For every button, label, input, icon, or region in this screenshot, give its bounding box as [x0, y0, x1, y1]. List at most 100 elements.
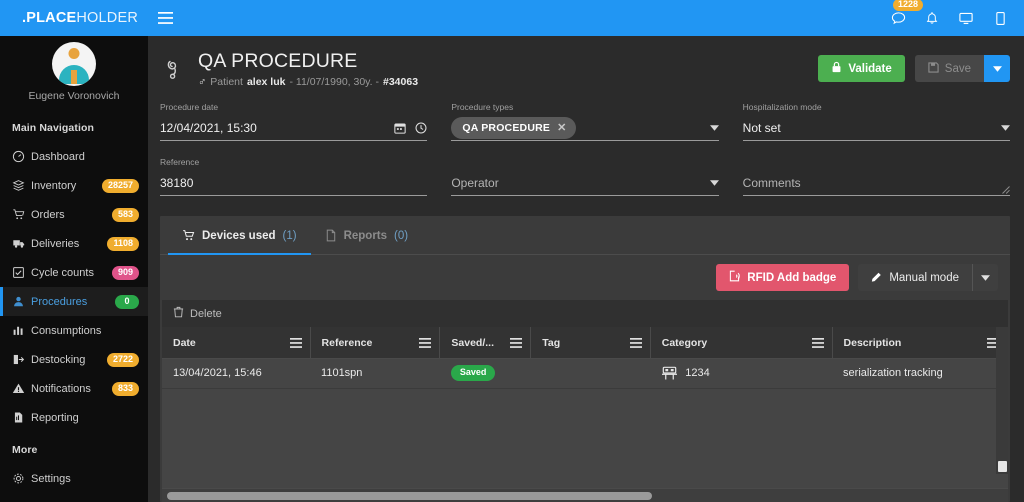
- chevron-down-icon[interactable]: [710, 180, 719, 186]
- save-button[interactable]: Save: [915, 55, 984, 82]
- column-header-category[interactable]: Category: [650, 327, 832, 358]
- operator-select[interactable]: Operator: [451, 171, 718, 196]
- patient-id: #34063: [383, 76, 418, 88]
- procedure-date-field: Procedure date 12/04/2021, 15:30: [160, 102, 427, 155]
- trash-icon: [173, 306, 184, 321]
- column-menu-icon[interactable]: [290, 338, 302, 348]
- column-header-saved[interactable]: Saved/...: [440, 327, 531, 358]
- monitor-icon[interactable]: [956, 7, 976, 29]
- sidebar-item-consumptions[interactable]: Consumptions: [0, 316, 148, 345]
- clock-icon[interactable]: [415, 122, 427, 134]
- save-dropdown-chevron-down-icon[interactable]: [984, 55, 1010, 82]
- manual-mode-button[interactable]: Manual mode: [858, 264, 972, 291]
- sidebar-label: Settings: [31, 473, 139, 485]
- sidebar-badge: 909: [112, 266, 139, 280]
- truck-icon: [12, 237, 31, 250]
- patient-summary: ♂ Patient alex luk - 11/07/1990, 30y. - …: [198, 76, 818, 88]
- table-row[interactable]: 13/04/2021, 15:46 1101spn Saved 1234: [162, 358, 1008, 388]
- device-icon: [661, 366, 678, 381]
- tab-devices-used[interactable]: Devices used (1): [168, 216, 311, 255]
- column-header-description[interactable]: Description: [832, 327, 1007, 358]
- vertical-scrollbar-thumb[interactable]: [998, 461, 1007, 472]
- column-menu-icon[interactable]: [419, 338, 431, 348]
- procedure-types-field: Procedure types QA PROCEDURE ✕: [451, 102, 718, 155]
- chevron-down-icon[interactable]: [1001, 125, 1010, 131]
- sidebar-item-logout[interactable]: Logout: [0, 493, 148, 502]
- avatar-tie: [71, 70, 77, 84]
- sidebar-item-deliveries[interactable]: Deliveries 1108: [0, 229, 148, 258]
- sidebar-item-orders[interactable]: Orders 583: [0, 200, 148, 229]
- vertical-scrollbar[interactable]: [996, 327, 1008, 474]
- comments-textarea[interactable]: Comments: [743, 171, 1010, 196]
- sidebar-item-notifications[interactable]: Notifications 833: [0, 374, 148, 403]
- reference-input[interactable]: 38180: [160, 171, 427, 196]
- rfid-add-badge-button[interactable]: RFID Add badge: [716, 264, 849, 291]
- brand-strong: PLACE: [26, 10, 76, 26]
- avatar-head: [69, 48, 80, 59]
- column-header-tag[interactable]: Tag: [531, 327, 650, 358]
- chevron-down-icon[interactable]: [710, 125, 719, 131]
- mobile-icon[interactable]: [990, 7, 1010, 29]
- sidebar-item-inventory[interactable]: Inventory 28257: [0, 171, 148, 200]
- sidebar-item-dashboard[interactable]: Dashboard: [0, 142, 148, 171]
- page-header-text: QA PROCEDURE ♂ Patient alex luk - 11/07/…: [198, 50, 818, 88]
- sidebar: Eugene Voronovich Main Navigation Dashbo…: [0, 36, 148, 502]
- page-header: QA PROCEDURE ♂ Patient alex luk - 11/07/…: [148, 36, 1024, 88]
- panel-tabs: Devices used (1) Reports (0): [160, 216, 1010, 255]
- calendar-icon[interactable]: [394, 122, 406, 134]
- floppy-disk-icon: [928, 62, 939, 76]
- sidebar-item-cycle-counts[interactable]: Cycle counts 909: [0, 258, 148, 287]
- chip-label: QA PROCEDURE: [462, 122, 550, 134]
- resize-handle-icon[interactable]: [1002, 186, 1010, 194]
- procedure-types-select[interactable]: QA PROCEDURE ✕: [451, 116, 718, 141]
- cart-icon: [182, 229, 195, 242]
- sidebar-profile[interactable]: Eugene Voronovich: [0, 42, 148, 110]
- body-wrapper: Eugene Voronovich Main Navigation Dashbo…: [0, 36, 1024, 502]
- sidebar-item-settings[interactable]: Settings: [0, 464, 148, 493]
- stethoscope-icon: [158, 50, 198, 84]
- horizontal-scrollbar[interactable]: [162, 488, 1008, 502]
- tab-label: Devices used: [202, 230, 276, 242]
- manual-mode-split-button: Manual mode: [858, 264, 998, 291]
- delete-button[interactable]: Delete: [173, 306, 222, 321]
- validate-label: Validate: [848, 63, 891, 75]
- operator-placeholder: Operator: [451, 176, 703, 190]
- grid-scroll-area: Date Reference Saved/... Tag Category De…: [162, 327, 1008, 488]
- sidebar-item-procedures[interactable]: Procedures 0: [0, 287, 148, 316]
- hospitalization-mode-field: Hospitalization mode Not set: [743, 102, 1010, 155]
- column-menu-icon[interactable]: [812, 338, 824, 348]
- sidebar-badge: 0: [115, 295, 139, 309]
- page-title: QA PROCEDURE: [198, 50, 818, 72]
- manual-mode-chevron-down-icon[interactable]: [972, 264, 998, 291]
- cell-description: serialization tracking: [832, 358, 1007, 388]
- sidebar-item-reporting[interactable]: Reporting: [0, 403, 148, 432]
- sidebar-item-destocking[interactable]: Destocking 2722: [0, 345, 148, 374]
- bell-icon[interactable]: [922, 7, 942, 29]
- column-header-date[interactable]: Date: [162, 327, 310, 358]
- column-label: Saved/...: [451, 337, 494, 349]
- close-icon[interactable]: ✕: [557, 123, 566, 134]
- comments-label: [743, 157, 1010, 168]
- column-menu-icon[interactable]: [510, 338, 522, 348]
- horizontal-scrollbar-thumb[interactable]: [167, 492, 652, 500]
- top-bar: .PLACEHOLDER 1228: [0, 0, 1024, 36]
- chat-icon[interactable]: 1228: [888, 7, 908, 29]
- validate-button[interactable]: Validate: [818, 55, 904, 82]
- procedure-date-input[interactable]: 12/04/2021, 15:30: [160, 116, 427, 141]
- rfid-label: RFID Add badge: [747, 272, 836, 284]
- user-icon: [12, 295, 31, 308]
- column-menu-icon[interactable]: [630, 338, 642, 348]
- tab-reports[interactable]: Reports (0): [311, 216, 423, 255]
- inventory-icon: [12, 179, 31, 192]
- brand-logo[interactable]: .PLACEHOLDER: [0, 10, 148, 26]
- procedure-type-chip[interactable]: QA PROCEDURE ✕: [451, 117, 575, 139]
- table-header-row: Date Reference Saved/... Tag Category De…: [162, 327, 1008, 358]
- reference-field: Reference 38180: [160, 157, 427, 210]
- sidebar-badge: 583: [112, 208, 139, 222]
- column-header-reference[interactable]: Reference: [310, 327, 440, 358]
- procedure-date-icons: [394, 122, 427, 134]
- hospitalization-mode-select[interactable]: Not set: [743, 116, 1010, 141]
- hamburger-icon[interactable]: [148, 0, 182, 36]
- cart-icon: [12, 208, 31, 221]
- topbar-icon-group: 1228: [888, 7, 1024, 29]
